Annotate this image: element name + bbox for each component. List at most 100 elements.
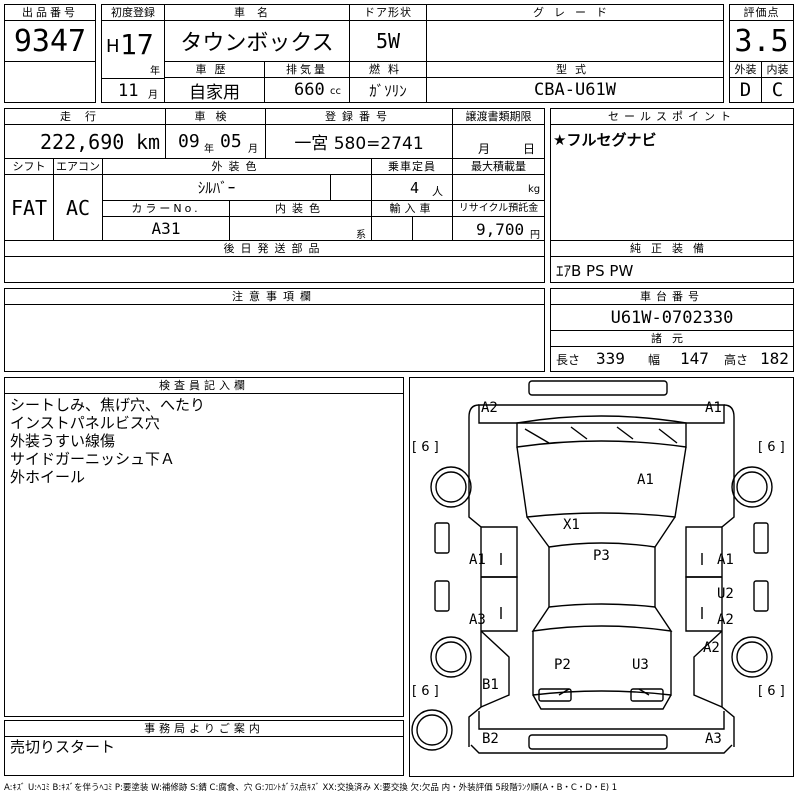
disp: 660 — [294, 80, 325, 100]
int-color-label: 内装色 — [229, 200, 372, 217]
tire-left-top: [ 6 ] — [412, 440, 439, 455]
car-name-label: 車名 — [164, 4, 350, 21]
reg-year: 17 — [120, 28, 154, 61]
import-cell-a — [371, 216, 413, 241]
history: 自家用 — [189, 82, 240, 103]
shift-label: シフト — [4, 158, 54, 175]
mark-right-mid: U2 — [717, 586, 734, 602]
office-text: 売切りスタート — [10, 738, 116, 756]
sales-point-text: ★フルセグナビ — [553, 131, 657, 149]
mark-rear-left-panel: P2 — [554, 657, 571, 673]
shift: FAT — [10, 195, 48, 220]
car-name: タウンボックス — [180, 31, 334, 56]
tire-left-bottom: [ 6 ] — [412, 684, 439, 699]
mark-left-front-door: A1 — [469, 552, 486, 568]
insp-month: 05 — [220, 131, 242, 152]
recycle-unit: 円 — [530, 230, 540, 241]
transfer-label: 譲渡書類期限 — [452, 108, 545, 125]
seats: 4 — [410, 179, 420, 197]
mark-rear-bumper-left: B2 — [482, 731, 499, 747]
width-label: 幅 — [648, 353, 661, 367]
office-label: 事務局よりご案内 — [4, 720, 404, 737]
inspector-line-5: 外ホイール — [10, 468, 86, 486]
tire-right-top: [ 6 ] — [758, 440, 785, 455]
door-label: ドア形状 — [349, 4, 427, 21]
era: H — [106, 36, 120, 57]
disp-label: 排気量 — [264, 61, 350, 78]
lot-no-lower — [4, 61, 96, 103]
ac-label: エアコン — [53, 158, 103, 175]
notes-label: 注意事項欄 — [4, 288, 545, 305]
disp-unit: cc — [330, 86, 341, 97]
reg-month-unit: 月 — [148, 90, 158, 101]
model-label: 型式 — [426, 61, 724, 78]
lot-no-label: 出品番号 — [4, 4, 96, 21]
transfer-month-unit: 月 — [478, 142, 491, 156]
score-label: 評価点 — [729, 4, 794, 21]
height-label: 高さ — [724, 353, 749, 367]
mark-windshield: X1 — [563, 517, 580, 533]
mark-left-rear: A3 — [469, 612, 486, 628]
insp-month-unit: 月 — [248, 144, 258, 155]
chassis-label: 車台番号 — [550, 288, 794, 305]
damage-diagram — [411, 380, 773, 754]
mark-rear-bumper-right: A3 — [705, 731, 722, 747]
inspector-line-3: 外装うすい線傷 — [10, 432, 116, 450]
inspector-line-1: シートしみ、焦げ穴、へたり — [10, 396, 206, 414]
grade-label: グレード — [426, 4, 724, 21]
recycle-label: リサイクル預託金 — [452, 200, 545, 217]
inspector-label: 検査員記入欄 — [4, 377, 404, 394]
color-extra-cell — [330, 174, 372, 201]
int-color-unit: 系 — [356, 230, 366, 241]
color-no-label: カラーNo. — [102, 200, 230, 217]
equipment-label: 純正装備 — [550, 240, 794, 257]
fuel-label: 燃料 — [349, 61, 427, 78]
plate-number: 一宮 580=2741 — [294, 134, 424, 154]
import-label: 輸入車 — [371, 200, 453, 217]
tire-right-bottom: [ 6 ] — [758, 684, 785, 699]
notes-cell — [4, 304, 545, 372]
divider — [101, 78, 165, 79]
legend: A:ｷｽﾞ U:ﾍｺﾐ B:ｷｽﾞを伴うﾍｺﾐ P:要塗装 W:補修跡 S:錆 … — [4, 783, 618, 793]
mark-front-left: A2 — [481, 400, 498, 416]
door-type: 5W — [375, 29, 401, 53]
mark-left-back-corner: B1 — [482, 677, 499, 693]
later-parts-label: 後日発送部品 — [4, 240, 545, 257]
insp-year-unit: 年 — [204, 144, 214, 155]
width-value: 147 — [680, 349, 709, 368]
equipment-text: ｴｱB PS PW — [556, 262, 634, 280]
ext-grade: D — [739, 79, 752, 101]
color-label: 外装色 — [102, 158, 372, 175]
ext-label: 外装 — [729, 61, 762, 78]
mark-right-front-door: A1 — [717, 552, 734, 568]
recycle: 9,700 — [476, 220, 525, 239]
mark-hood: A1 — [637, 472, 654, 488]
int-grade: C — [771, 79, 784, 101]
plate-label: 登録番号 — [265, 108, 453, 125]
load-label: 最大積載量 — [452, 158, 545, 175]
len-label: 長さ — [556, 353, 581, 367]
mark-right-rear-quarter: A2 — [703, 640, 720, 656]
first-reg-label: 初度登録 — [101, 4, 165, 21]
mileage-unit: km — [136, 130, 161, 154]
mark-right-rear-door: A2 — [717, 612, 734, 628]
mark-front-right: A1 — [705, 400, 722, 416]
dims-cell — [550, 346, 794, 372]
inspector-line-2: インストパネルビス穴 — [10, 414, 160, 432]
ac: AC — [65, 195, 91, 220]
color-no: A31 — [151, 219, 181, 238]
height-value: 182 — [760, 349, 789, 368]
inspection-label: 車検 — [165, 108, 266, 125]
mark-roof: P3 — [593, 548, 610, 564]
color: ｼﾙﾊﾞｰ — [197, 179, 236, 197]
reg-month: 11 — [118, 81, 139, 101]
load-unit: kg — [528, 184, 541, 195]
inspector-line-4: サイドガーニッシュ下Ａ — [10, 450, 176, 468]
later-parts-cell — [4, 256, 545, 283]
dims-label: 諸元 — [550, 330, 794, 347]
fuel: ｶﾞｿﾘﾝ — [369, 81, 407, 100]
mileage: 222,690 — [40, 130, 125, 154]
transfer-day-unit: 日 — [523, 142, 536, 156]
len-value: 339 — [596, 349, 625, 368]
history-label: 車歴 — [164, 61, 265, 78]
